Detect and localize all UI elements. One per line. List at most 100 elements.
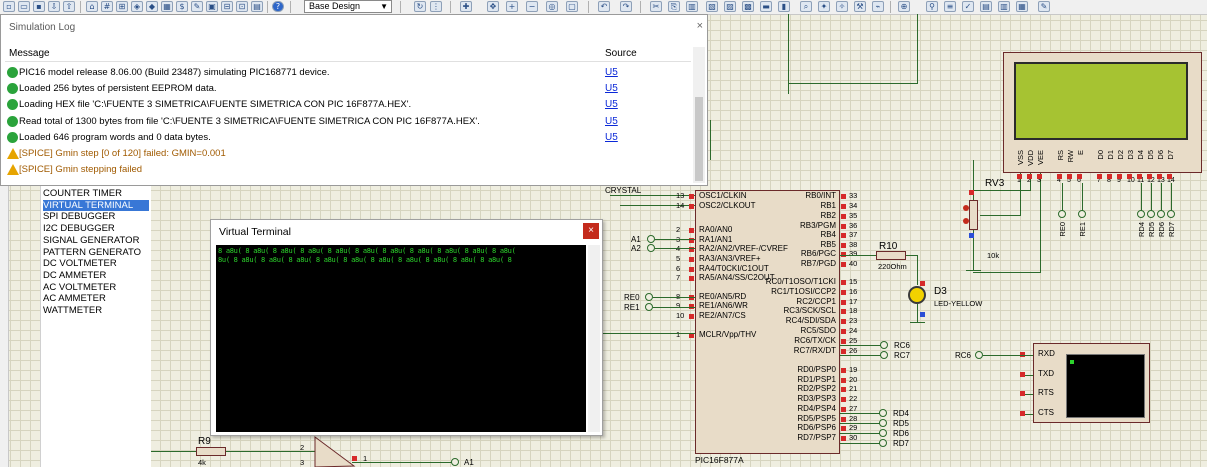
virtual-terminal-close-icon[interactable]: × [583,223,599,239]
terminal-scrollbar[interactable] [588,245,600,432]
terminal-rd6[interactable] [879,429,887,437]
lcd-net-terminal[interactable] [1137,210,1145,218]
decompose-icon[interactable]: ⚒ [854,1,866,12]
new-file-icon[interactable]: ▫ [3,1,15,12]
netlist-icon[interactable]: ▤ [980,1,992,12]
wire-autorouter-icon[interactable]: ⌁ [872,1,884,12]
resistor-r10[interactable] [876,251,906,260]
bom-icon[interactable]: $ [176,1,188,12]
instrument-item[interactable]: PATTERN GENERATO [43,247,149,258]
import-icon[interactable]: ⇩ [48,1,60,12]
terminal-re0[interactable] [645,293,653,301]
notes-icon[interactable]: ✎ [191,1,203,12]
terminal-a2[interactable] [647,244,655,252]
paste-icon[interactable]: ▥ [686,1,698,12]
redo-icon[interactable]: ↷ [620,1,632,12]
instrument-item[interactable]: WATTMETER [43,305,149,316]
instrument-item[interactable]: SIGNAL GENERATOR [43,235,149,246]
origin-icon[interactable]: ✚ [460,1,472,12]
bus-icon[interactable]: ≡ [944,1,956,12]
log-row[interactable]: Loaded 256 bytes of persistent EEPROM da… [7,81,689,97]
design-explorer-icon[interactable]: ▦ [161,1,173,12]
block-rotate-icon[interactable]: ▩ [742,1,754,12]
lcd-net-terminal[interactable] [1147,210,1155,218]
save-icon[interactable]: ▪ [33,1,45,12]
electrical-check-icon[interactable]: ✓ [962,1,974,12]
terminal-rc7[interactable] [880,351,888,359]
design-variant-select[interactable]: Base Design ▼ [304,0,392,13]
page-icon[interactable]: ▤ [251,1,263,12]
terminal-rc6[interactable] [880,341,888,349]
3d-icon[interactable]: ◈ [131,1,143,12]
refresh-icon[interactable]: ↻ [414,1,426,12]
log-scrollbar[interactable] [693,47,705,183]
lcd-net-terminal[interactable] [1078,210,1086,218]
pcb-icon[interactable]: ⊞ [116,1,128,12]
terminal-a1[interactable] [647,235,655,243]
home-icon[interactable]: ⌂ [86,1,98,12]
instrument-item[interactable]: VIRTUAL TERMINAL [43,199,149,211]
undo-icon[interactable]: ↶ [598,1,610,12]
open-folder-icon[interactable]: ▭ [18,1,30,12]
zoom-all-icon[interactable]: ◎ [546,1,558,12]
debug-icon[interactable]: ⊡ [236,1,248,12]
log-scrollbar-thumb[interactable] [695,97,703,181]
log-row[interactable]: [SPICE] Gmin step [0 of 120] failed: GMI… [7,146,689,162]
log-row[interactable]: Loaded 646 program words and 0 data byte… [7,130,689,146]
package-icon[interactable]: ✧ [836,1,848,12]
search-icon[interactable]: ⌕ [800,1,812,12]
terminal-vt-rc6[interactable] [975,351,983,359]
log-row[interactable]: [SPICE] Gmin stepping failed [7,162,689,178]
gerber-icon[interactable]: ◆ [146,1,158,12]
potentiometer-rv3[interactable] [969,200,978,230]
pick-device-icon[interactable]: ▮ [778,1,790,12]
schematic-icon[interactable]: # [101,1,113,12]
make-device-icon[interactable]: ✦ [818,1,830,12]
zoom-area-icon[interactable]: ▢ [566,1,578,12]
lcd-net-terminal[interactable] [1167,210,1175,218]
log-source-link[interactable]: U5 [605,116,618,127]
zoom-out-icon[interactable]: − [526,1,538,12]
terminal-rd4[interactable] [879,409,887,417]
log-source-link[interactable]: U5 [605,67,618,78]
copy-icon[interactable]: ⎘ [668,1,680,12]
source-icon[interactable]: ⊟ [221,1,233,12]
log-row[interactable]: Loading HEX file 'C:\FUENTE 3 SIMETRICA\… [7,97,689,113]
terminal-rd5[interactable] [879,419,887,427]
simulation-log-close-icon[interactable]: × [697,20,703,32]
log-source-link[interactable]: U5 [605,132,618,143]
block-copy-icon[interactable]: ▧ [706,1,718,12]
terminal-re1[interactable] [645,303,653,311]
zoom-in-icon[interactable]: + [506,1,518,12]
report-icon[interactable]: ▦ [1016,1,1028,12]
resistor-r9[interactable] [196,447,226,456]
opamp-symbol[interactable] [314,436,356,467]
instrument-item[interactable]: DC VOLTMETER [43,258,149,269]
led-d3[interactable] [908,286,926,304]
log-row[interactable]: Read total of 1300 bytes from file 'C:\F… [7,114,689,130]
block-move-icon[interactable]: ▨ [724,1,736,12]
terminal-output[interactable]: 8 a8u( 8 a8u( 8 a8u( 8 a8u( 8 a8u( 8 a8u… [216,245,586,432]
cut-icon[interactable]: ✂ [650,1,662,12]
instrument-item[interactable]: SPI DEBUGGER [43,211,149,222]
log-source-link[interactable]: U5 [605,99,618,110]
instrument-picker-list[interactable]: COUNTER TIMER VIRTUAL TERMINAL SPI DEBUGGE… [40,186,151,467]
property-icon[interactable]: ⊕ [898,1,910,12]
grid-icon[interactable]: ⋮ [430,1,442,12]
instrument-item[interactable]: I2C DEBUGGER [43,223,149,234]
lcd-net-terminal[interactable] [1157,210,1165,218]
instrument-item[interactable]: AC AMMETER [43,293,149,304]
pan-icon[interactable]: ✥ [487,1,499,12]
export-icon[interactable]: ⇧ [63,1,75,12]
export-netlist-icon[interactable]: ✎ [1038,1,1050,12]
block-delete-icon[interactable]: ▬ [760,1,772,12]
help-icon[interactable]: ? [272,1,284,12]
terminal-rd7[interactable] [879,439,887,447]
log-row[interactable]: PIC16 model release 8.06.00 (Build 23487… [7,65,689,81]
instrument-item[interactable]: DC AMMETER [43,270,149,281]
annotate-icon[interactable]: ▥ [998,1,1010,12]
instrument-item[interactable]: COUNTER TIMER [43,188,149,199]
terminal-opamp-a1[interactable] [451,458,459,466]
lcd-net-terminal[interactable] [1058,210,1066,218]
net-icon[interactable]: ⚲ [926,1,938,12]
